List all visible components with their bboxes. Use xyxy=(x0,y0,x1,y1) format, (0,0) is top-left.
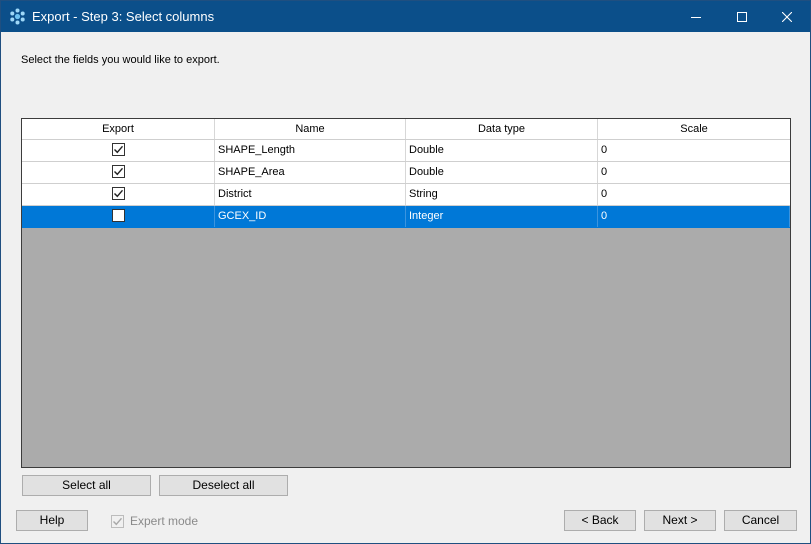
scale-cell[interactable]: 0 xyxy=(598,184,790,205)
name-cell[interactable]: GCEX_ID xyxy=(215,206,406,227)
deselect-all-button[interactable]: Deselect all xyxy=(159,475,288,496)
name-cell[interactable]: SHAPE_Area xyxy=(215,162,406,183)
column-header-scale[interactable]: Scale xyxy=(598,119,790,139)
close-icon xyxy=(782,11,792,22)
column-header-export[interactable]: Export xyxy=(22,119,215,139)
scale-cell[interactable]: 0 xyxy=(598,162,790,183)
table-row[interactable]: SHAPE_Area Double 0 xyxy=(22,162,790,184)
maximize-button[interactable] xyxy=(719,1,765,32)
grid-header: Export Name Data type Scale xyxy=(22,119,790,140)
checkmark-icon xyxy=(113,145,123,153)
export-cell xyxy=(22,184,215,205)
export-dialog: Export - Step 3: Select columns Select t… xyxy=(0,0,811,544)
maximize-icon xyxy=(737,11,747,22)
next-button[interactable]: Next > xyxy=(644,510,716,531)
close-button[interactable] xyxy=(764,1,810,32)
help-button[interactable]: Help xyxy=(16,510,88,531)
column-header-data-type[interactable]: Data type xyxy=(406,119,598,139)
scale-cell[interactable]: 0 xyxy=(598,206,790,227)
app-logo-icon xyxy=(10,8,25,25)
expert-mode-checkbox[interactable]: Expert mode xyxy=(111,513,198,529)
checkmark-icon xyxy=(113,167,123,175)
export-cell xyxy=(22,140,215,161)
data-type-cell[interactable]: String xyxy=(406,184,598,205)
title-bar[interactable]: Export - Step 3: Select columns xyxy=(1,1,810,32)
data-type-cell[interactable]: Double xyxy=(406,140,598,161)
name-cell[interactable]: SHAPE_Length xyxy=(215,140,406,161)
export-cell xyxy=(22,162,215,183)
cancel-button[interactable]: Cancel xyxy=(724,510,797,531)
table-row[interactable]: GCEX_ID Integer 0 xyxy=(22,206,790,228)
scale-cell[interactable]: 0 xyxy=(598,140,790,161)
export-cell xyxy=(22,206,215,227)
export-checkbox[interactable] xyxy=(111,164,125,178)
export-checkbox[interactable] xyxy=(111,142,125,156)
minimize-icon xyxy=(691,16,701,18)
minimize-button[interactable] xyxy=(673,1,719,32)
name-cell[interactable]: District xyxy=(215,184,406,205)
select-all-button[interactable]: Select all xyxy=(22,475,151,496)
back-button[interactable]: < Back xyxy=(564,510,636,531)
export-checkbox[interactable] xyxy=(111,186,125,200)
data-type-cell[interactable]: Integer xyxy=(406,206,598,227)
checkmark-icon xyxy=(113,189,123,197)
export-checkbox[interactable] xyxy=(111,208,125,222)
table-row[interactable]: SHAPE_Length Double 0 xyxy=(22,140,790,162)
fields-grid[interactable]: Export Name Data type Scale SHAPE_Length… xyxy=(21,118,791,468)
data-type-cell[interactable]: Double xyxy=(406,162,598,183)
checkmark-icon xyxy=(113,517,123,525)
expert-mode-check-box[interactable] xyxy=(111,514,124,528)
instructions-text: Select the fields you would like to expo… xyxy=(21,54,220,66)
table-row[interactable]: District String 0 xyxy=(22,184,790,206)
column-header-name[interactable]: Name xyxy=(215,119,406,139)
window-title: Export - Step 3: Select columns xyxy=(32,9,215,24)
expert-mode-label: Expert mode xyxy=(130,514,199,528)
